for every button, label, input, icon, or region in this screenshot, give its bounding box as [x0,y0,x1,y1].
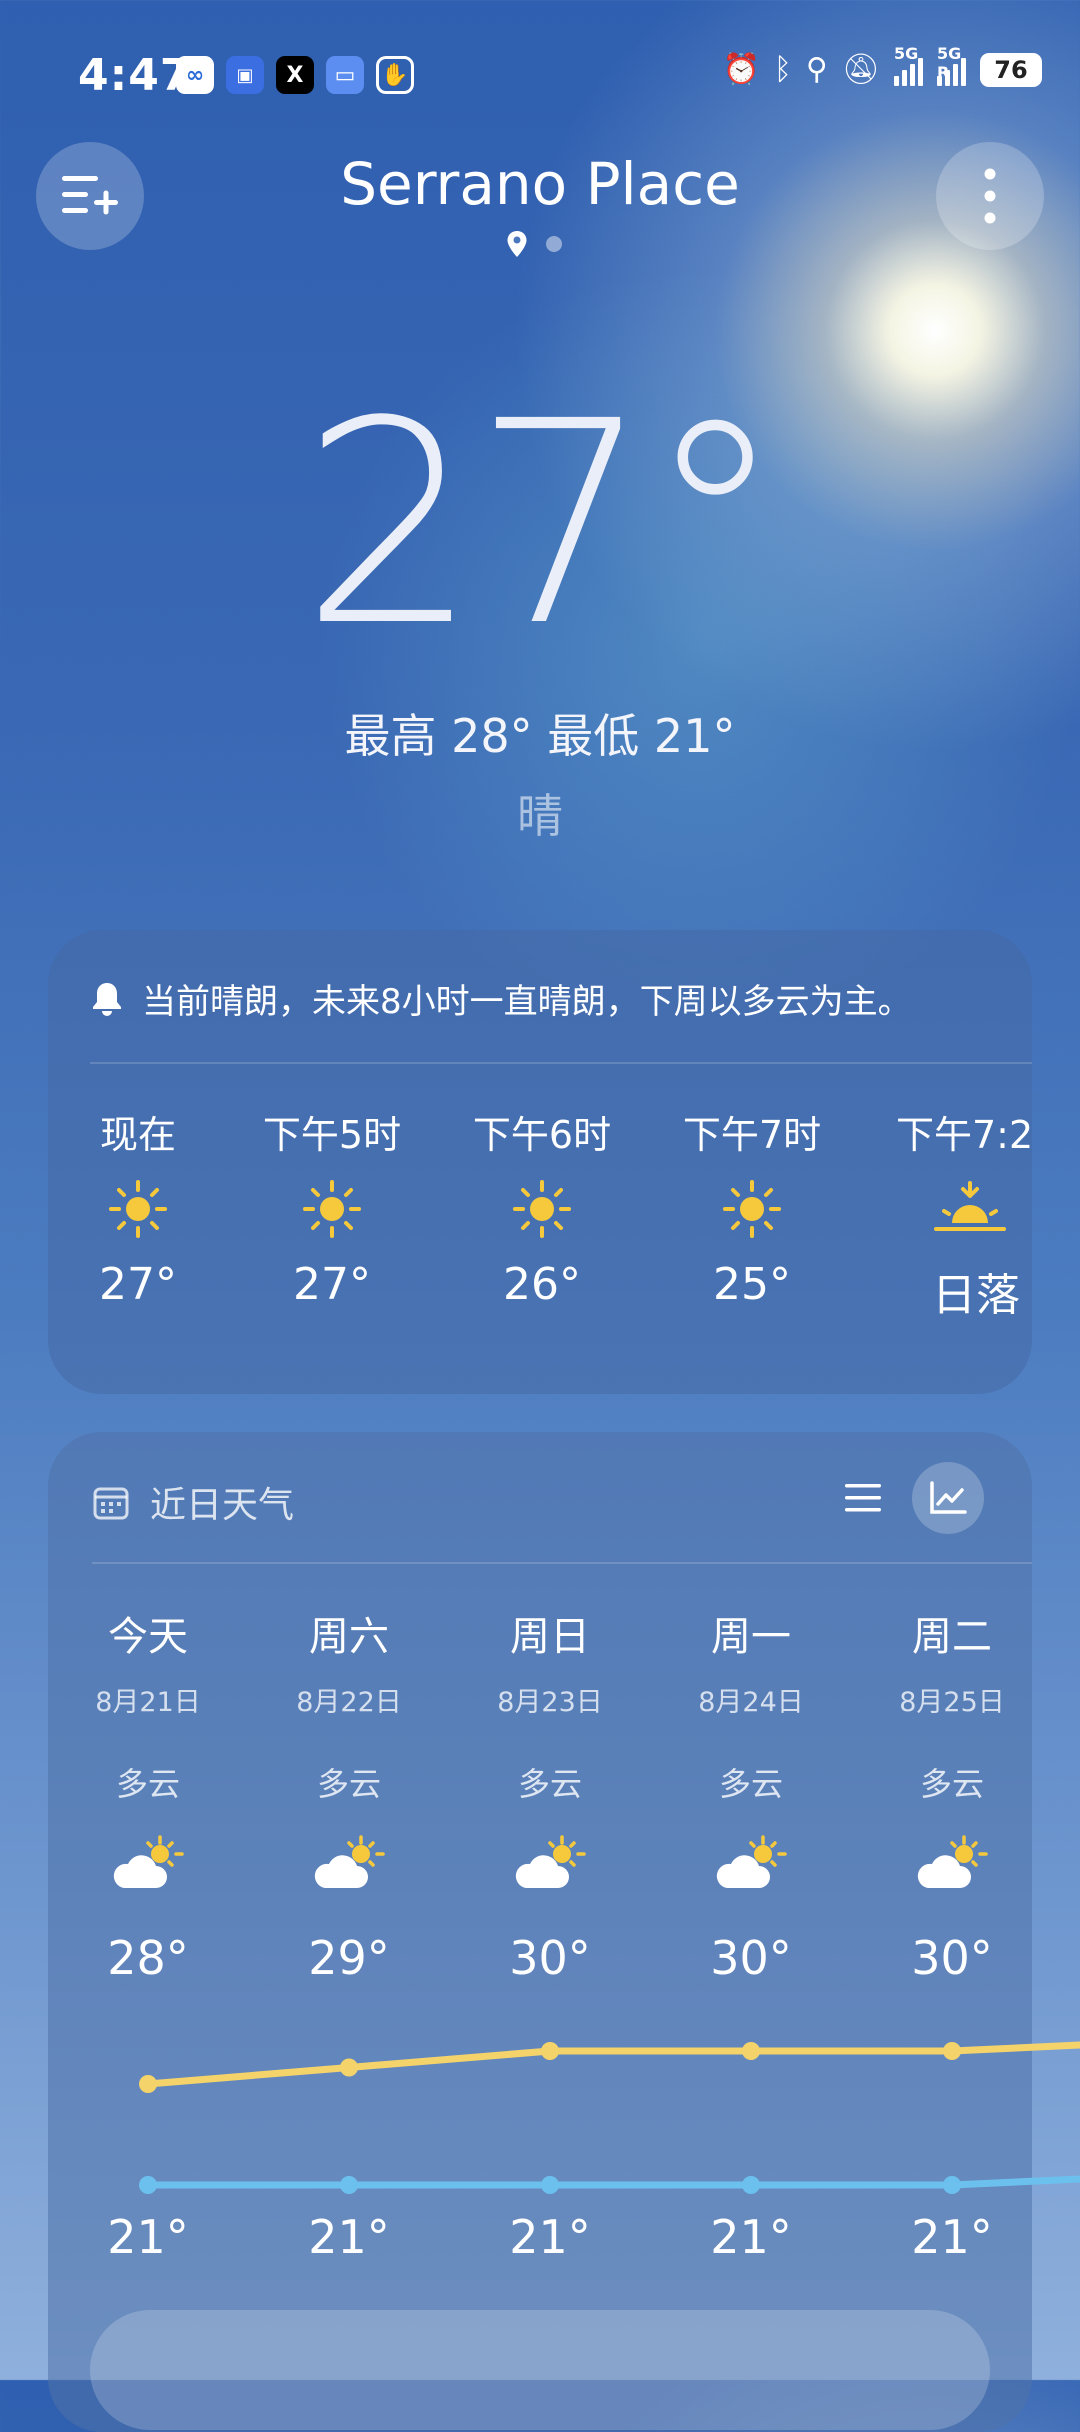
temperature-point [742,2042,760,2060]
day-low: 21° [509,2210,591,2264]
temperature-point [742,2176,760,2194]
temperature-point [541,2176,559,2194]
temperature-point [340,2058,358,2077]
temperature-point [139,2176,157,2194]
temperature-point [943,2042,961,2060]
temperature-line [144,2175,1080,2189]
temperature-point [340,2176,358,2194]
day-low: 21° [107,2210,189,2264]
temperature-chart [139,2041,1080,2194]
temperature-point [943,2176,961,2194]
temperature-point [541,2042,559,2060]
day-low: 21° [710,2210,792,2264]
day-low: 21° [911,2210,993,2264]
bottom-action-pill[interactable] [90,2310,990,2430]
day-low: 21° [308,2210,390,2264]
temperature-line [144,2041,1080,2088]
temperature-point [139,2075,157,2093]
